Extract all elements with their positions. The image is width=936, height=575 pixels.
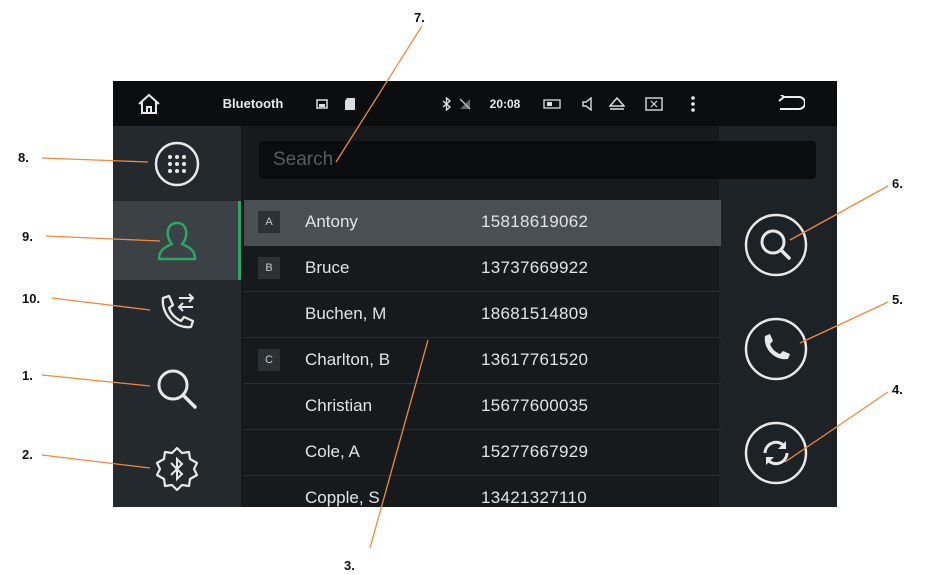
home-icon[interactable] (131, 81, 167, 126)
image-icon (313, 81, 331, 126)
search-icon (157, 369, 197, 409)
index-letter: B (258, 257, 280, 279)
contact-phone: 15277667929 (481, 442, 589, 461)
callout-2: 2. (22, 447, 33, 462)
bluetooth-settings-icon (155, 446, 199, 491)
search-input[interactable]: Search (259, 141, 816, 179)
sidebar-item-contacts[interactable] (113, 201, 241, 280)
contact-row[interactable]: Buchen, M 18681514809 (244, 292, 721, 338)
search-contact-button[interactable] (743, 212, 809, 278)
sidebar-item-dialpad[interactable] (113, 126, 241, 201)
call-history-icon (161, 293, 195, 329)
sd-card-icon (341, 81, 359, 126)
callout-10: 10. (22, 291, 41, 306)
contact-name: Cole, A (305, 442, 360, 461)
volume-icon[interactable] (579, 81, 597, 126)
contacts-icon (157, 221, 197, 260)
contact-name: Christian (305, 396, 373, 415)
bluetooth-icon (439, 81, 455, 126)
eject-icon[interactable] (607, 81, 627, 126)
callout-7: 7. (414, 10, 425, 25)
sidebar-item-call-history[interactable] (113, 280, 241, 348)
dialpad-icon (154, 141, 200, 186)
search-contact-icon (744, 213, 808, 277)
contact-row[interactable]: Copple, S 13421327110 (244, 476, 721, 507)
callout-4: 4. (892, 382, 903, 397)
contact-row[interactable]: B Bruce 13737669922 (244, 246, 721, 292)
callout-5: 5. (892, 292, 903, 307)
callout-8: 8. (18, 150, 29, 165)
contact-phone: 13737669922 (481, 258, 589, 277)
sync-icon (744, 421, 808, 485)
sync-button[interactable] (743, 420, 809, 486)
contact-phone: 18681514809 (481, 304, 589, 323)
callout-6: 6. (892, 176, 903, 191)
contact-row[interactable]: Cole, A 15277667929 (244, 430, 721, 476)
contact-row[interactable]: Christian 15677600035 (244, 384, 721, 430)
contact-name: Charlton, B (305, 350, 391, 369)
contact-name: Bruce (305, 258, 350, 277)
sidebar-item-bluetooth-settings[interactable] (113, 430, 241, 507)
callout-9: 9. (22, 229, 33, 244)
call-icon (744, 317, 808, 381)
callout-1: 1. (22, 368, 33, 383)
contact-row[interactable]: A Antony 15818619062 (244, 200, 721, 246)
back-icon[interactable] (773, 81, 809, 126)
contact-phone: 15677600035 (481, 396, 589, 415)
screen-icon[interactable] (643, 81, 665, 126)
contact-phone: 13617761520 (481, 350, 589, 369)
contact-row[interactable]: C Charlton, B 13617761520 (244, 338, 721, 384)
battery-icon (541, 81, 563, 126)
no-signal-icon (457, 81, 473, 126)
app-title: Bluetooth (222, 96, 284, 111)
status-bar: Bluetooth 20:08 (113, 81, 837, 126)
sidebar (113, 126, 241, 507)
contact-phone: 13421327110 (481, 488, 588, 507)
index-letter: C (258, 349, 280, 371)
contact-name: Antony (305, 212, 358, 231)
search-placeholder: Search (273, 149, 334, 170)
contact-name: Copple, S (305, 488, 380, 507)
call-button[interactable] (743, 316, 809, 382)
more-vertical-icon[interactable] (687, 81, 699, 126)
head-unit-screen: Bluetooth 20:08 Search A Antony 15818619… (113, 81, 837, 507)
sidebar-item-search[interactable] (113, 348, 241, 430)
callout-3: 3. (344, 558, 355, 573)
contact-name: Buchen, M (305, 304, 387, 323)
clock: 20:08 (489, 96, 521, 111)
contact-phone: 15818619062 (481, 212, 589, 231)
index-letter: A (258, 211, 280, 233)
contacts-panel: Search A Antony 15818619062 B Bruce 1373… (241, 126, 816, 507)
